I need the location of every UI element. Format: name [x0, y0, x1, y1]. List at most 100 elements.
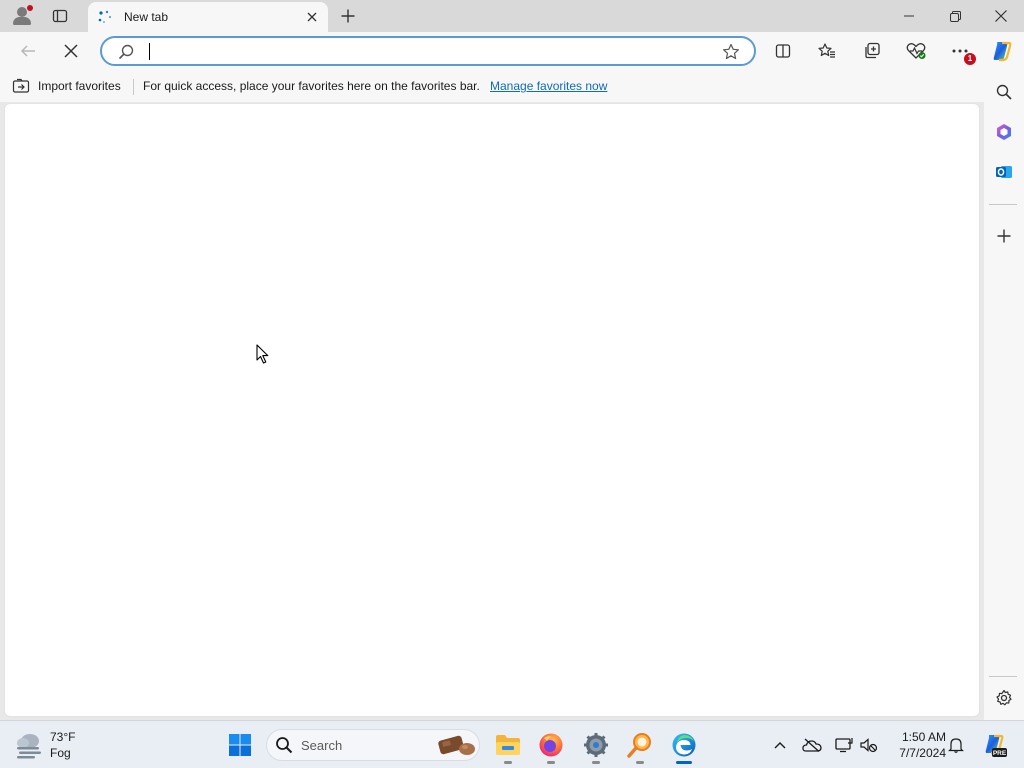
more-button[interactable]: 1: [946, 37, 976, 65]
running-indicator: [636, 761, 644, 764]
sidebar-add-button[interactable]: [990, 222, 1018, 250]
outlook-icon: [996, 166, 1012, 178]
settings-icon: [584, 733, 608, 757]
notifications-button[interactable]: [946, 735, 966, 755]
favorites-bar-message: For quick access, place your favorites h…: [143, 79, 480, 93]
favorites-icon: [818, 43, 835, 58]
text-caret: [149, 43, 150, 60]
new-tab-button[interactable]: [336, 4, 360, 28]
page-content[interactable]: [4, 103, 980, 717]
weather-condition: Fog: [50, 746, 71, 760]
sidebar-separator: [989, 204, 1017, 205]
search-icon: [276, 737, 293, 754]
taskbar-settings[interactable]: [578, 727, 614, 764]
notification-badge: 1: [964, 53, 976, 65]
sidebar-outlook-button[interactable]: [990, 158, 1018, 186]
more-icon: [952, 49, 968, 53]
office-icon: [997, 124, 1011, 140]
edge-icon: [672, 733, 696, 757]
taskbar-edge[interactable]: [666, 727, 702, 764]
collections-icon: [865, 42, 880, 59]
bell-icon: [948, 738, 964, 753]
running-indicator: [504, 761, 512, 764]
stop-button[interactable]: [57, 37, 85, 65]
file-explorer-icon: [496, 735, 520, 755]
volume-muted-icon: [860, 738, 878, 753]
import-icon: [12, 78, 30, 93]
active-indicator: [676, 761, 692, 764]
restore-icon: [949, 10, 961, 22]
copilot-button[interactable]: [988, 37, 1016, 65]
pre-badge-label: PRE: [993, 750, 1007, 757]
split-screen-button[interactable]: [769, 37, 797, 65]
minimize-button[interactable]: [886, 0, 932, 32]
taskbar-search-app[interactable]: [622, 727, 658, 764]
copilot-icon: [993, 41, 1012, 62]
address-input[interactable]: [148, 42, 708, 62]
favorites-button[interactable]: [813, 37, 841, 65]
back-button[interactable]: [14, 37, 42, 65]
plus-icon: [341, 9, 355, 23]
onedrive-tray-icon[interactable]: [802, 735, 822, 755]
browser-essentials-icon: [906, 43, 926, 59]
chevron-up-icon: [774, 742, 786, 749]
close-icon[interactable]: [304, 9, 320, 25]
sidebar-search-button[interactable]: [990, 78, 1018, 106]
copilot-taskbar-button[interactable]: PRE: [980, 731, 1008, 759]
network-tray-icon[interactable]: [834, 735, 854, 755]
taskbar-file-explorer[interactable]: [490, 727, 526, 764]
address-bar[interactable]: [100, 36, 756, 66]
network-icon: [835, 738, 853, 753]
sidebar-separator: [989, 676, 1017, 677]
tab-title: New tab: [124, 10, 169, 24]
onedrive-icon: [802, 738, 822, 752]
firefox-icon: [539, 733, 563, 757]
close-icon: [995, 10, 1007, 22]
import-favorites-label: Import favorites: [38, 79, 121, 93]
restore-button[interactable]: [932, 0, 978, 32]
running-indicator: [592, 761, 600, 764]
taskbar-search[interactable]: Search: [266, 729, 480, 761]
system-clock[interactable]: 1:50 AM 7/7/2024: [884, 729, 946, 761]
sidebar-settings-button[interactable]: [990, 684, 1018, 712]
settings-icon: [996, 689, 1012, 706]
windows-taskbar: 73°F Fog Search 1:50 AM 7/7/2024 PRE: [0, 720, 1024, 768]
chocolate-icon: [438, 735, 475, 755]
favorites-separator: [133, 79, 134, 95]
split-screen-icon: [775, 44, 791, 58]
profile-icon[interactable]: [10, 4, 36, 28]
favorites-bar: Import favorites For quick access, place…: [0, 70, 984, 102]
windows-start-icon: [229, 734, 251, 756]
start-button[interactable]: [222, 727, 258, 763]
toolbar: 1: [0, 32, 1024, 70]
back-icon: [20, 45, 35, 57]
show-hidden-icons-button[interactable]: [770, 735, 790, 755]
tab-new-tab[interactable]: New tab: [88, 2, 328, 32]
weather-temperature: 73°F: [50, 730, 76, 744]
minimize-icon: [904, 15, 914, 17]
fog-icon: [17, 734, 41, 759]
taskbar-search-label: Search: [301, 738, 343, 753]
copilot-icon: PRE: [985, 734, 1007, 757]
taskbar-firefox[interactable]: [533, 727, 569, 764]
weather-widget[interactable]: 73°F Fog: [14, 728, 94, 762]
search-icon: [996, 84, 1012, 100]
close-window-button[interactable]: [978, 0, 1024, 32]
title-bar: New tab: [0, 0, 1024, 32]
sidebar-office-button[interactable]: [990, 118, 1018, 146]
volume-tray-icon[interactable]: [859, 735, 879, 755]
loading-spinner-icon: [98, 10, 112, 23]
search-icon: [118, 44, 134, 60]
star-icon[interactable]: [722, 43, 740, 61]
running-indicator: [547, 761, 555, 764]
plus-icon: [997, 229, 1011, 243]
browser-essentials-button[interactable]: [902, 37, 930, 65]
magnifier-app-icon: [627, 733, 651, 758]
collections-button[interactable]: [858, 37, 886, 65]
tab-actions-icon[interactable]: [48, 4, 72, 28]
edge-sidebar: [984, 70, 1024, 720]
manage-favorites-link[interactable]: Manage favorites now: [490, 79, 607, 93]
clock-time: 1:50 AM: [901, 730, 946, 744]
import-favorites-button[interactable]: Import favorites: [12, 77, 121, 95]
mouse-pointer-icon: [256, 344, 269, 364]
